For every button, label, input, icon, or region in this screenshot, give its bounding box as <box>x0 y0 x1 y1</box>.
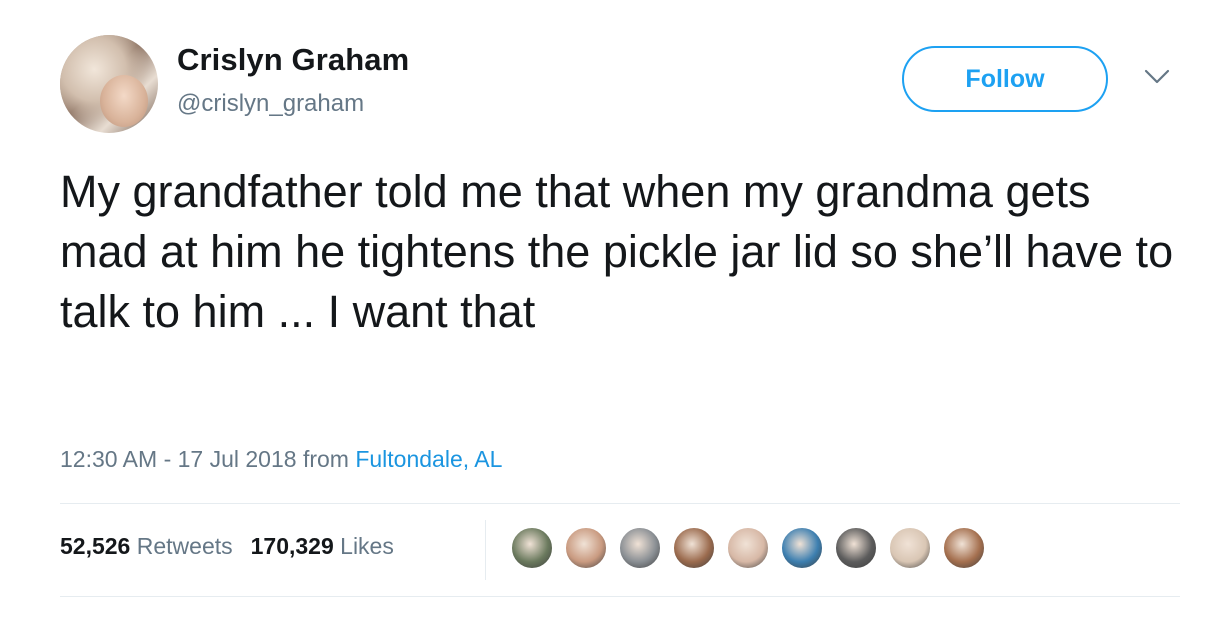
divider <box>60 503 1180 504</box>
liker-avatar[interactable] <box>726 526 770 570</box>
liker-avatar[interactable] <box>510 526 554 570</box>
likes-count: 170,329 <box>250 533 334 559</box>
likes-stat[interactable]: 170,329 Likes <box>251 533 394 559</box>
liker-avatar[interactable] <box>672 526 716 570</box>
liker-avatar[interactable] <box>564 526 608 570</box>
retweets-count: 52,526 <box>60 533 131 559</box>
liker-avatar[interactable] <box>780 526 824 570</box>
retweets-stat[interactable]: 52,526 Retweets <box>60 533 233 559</box>
likes-label: Likes <box>340 533 394 559</box>
tweet-location[interactable]: Fultondale, AL <box>355 446 502 472</box>
tweet-timestamp[interactable]: 12:30 AM - 17 Jul 2018 <box>60 446 297 472</box>
avatar-face <box>100 75 148 127</box>
user-handle[interactable]: @crislyn_graham <box>177 90 364 118</box>
tweet-meta: 12:30 AM - 17 Jul 2018 from Fultondale, … <box>60 446 502 473</box>
from-label: from <box>302 446 349 472</box>
tweet-stats: 52,526 Retweets 170,329 Likes <box>60 533 394 560</box>
chevron-down-icon[interactable] <box>1144 68 1170 86</box>
liker-avatar[interactable] <box>618 526 662 570</box>
tweet-text: My grandfather told me that when my gran… <box>60 166 1174 337</box>
liker-avatar[interactable] <box>942 526 986 570</box>
follow-button[interactable]: Follow <box>902 46 1108 112</box>
display-name[interactable]: Crislyn Graham <box>177 42 409 78</box>
avatar[interactable] <box>60 35 158 133</box>
liker-avatar[interactable] <box>888 526 932 570</box>
retweets-label: Retweets <box>136 533 233 559</box>
stats-divider <box>485 520 486 580</box>
divider <box>60 596 1180 597</box>
likers-avatars <box>510 526 996 570</box>
liker-avatar[interactable] <box>834 526 878 570</box>
